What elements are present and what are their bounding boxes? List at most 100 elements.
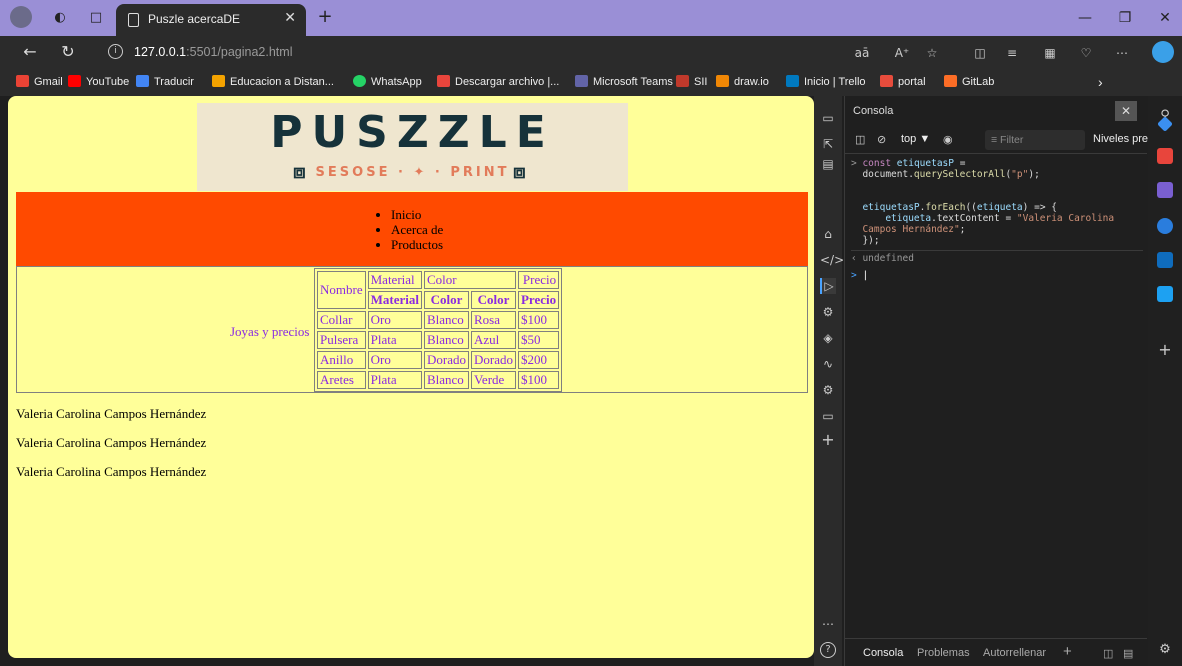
send-icon[interactable] bbox=[1157, 286, 1173, 302]
favorites-bar: Gmail YouTube Traducir Educacion a Dista… bbox=[0, 68, 1182, 96]
fav-traducir[interactable]: Traducir bbox=[136, 74, 194, 90]
dock-icon[interactable]: ◫ bbox=[1103, 647, 1113, 660]
tools-icon[interactable] bbox=[1157, 182, 1173, 198]
nav-item-inicio[interactable]: Inicio bbox=[391, 207, 443, 222]
jewelry-table: Nombre Material Color Precio Material Co… bbox=[314, 268, 563, 392]
add-tab-plus-icon[interactable]: + bbox=[1063, 643, 1072, 660]
fav-youtube[interactable]: YouTube bbox=[68, 74, 129, 90]
sources-icon[interactable]: ⚙ bbox=[820, 304, 836, 320]
fav-trello[interactable]: Inicio | Trello bbox=[786, 74, 866, 90]
fav-gitlab[interactable]: GitLab bbox=[944, 74, 994, 90]
subheader-material: Material bbox=[367, 291, 422, 309]
add-sidebar-app-icon[interactable]: + bbox=[1157, 342, 1173, 358]
paragraph: Valeria Carolina Campos Hernández bbox=[16, 435, 207, 450]
live-expression-icon[interactable]: ◉ bbox=[943, 133, 953, 146]
fav-teams[interactable]: Microsoft Teams bbox=[575, 74, 673, 90]
collapse-drawer-icon[interactable]: ▤ bbox=[1123, 647, 1133, 660]
site-info-icon[interactable]: i bbox=[108, 44, 123, 59]
table-row: Collar Oro Blanco Rosa $100 bbox=[317, 311, 560, 329]
sidebar-settings-gear-icon[interactable]: ⚙ bbox=[1157, 642, 1173, 658]
more-icon[interactable]: ⋯ bbox=[820, 616, 836, 632]
fav-drawio[interactable]: draw.io bbox=[716, 74, 769, 90]
back-button[interactable]: ← bbox=[20, 42, 40, 62]
refresh-button[interactable]: ↻ bbox=[58, 42, 78, 62]
gmail-icon bbox=[16, 75, 29, 87]
restore-button[interactable]: ❐ bbox=[1110, 8, 1140, 28]
filter-input[interactable]: ≡ Filter bbox=[985, 130, 1085, 150]
nav-menu: Inicio Acerca de Productos bbox=[16, 192, 808, 266]
table-cell: $200 bbox=[517, 351, 560, 369]
table-cell: Verde bbox=[470, 371, 516, 389]
table-cell: Dorado bbox=[470, 351, 516, 369]
nav-item-acerca[interactable]: Acerca de bbox=[391, 222, 443, 237]
close-tab-icon[interactable]: ✕ bbox=[284, 10, 296, 26]
shopping-bag-icon[interactable] bbox=[1157, 148, 1173, 164]
office-icon[interactable] bbox=[1157, 218, 1173, 234]
table-cell: Plata bbox=[367, 331, 422, 349]
close-devtools-button[interactable]: ✕ bbox=[1115, 101, 1137, 121]
fav-sii[interactable]: SII bbox=[676, 74, 707, 90]
tab-active[interactable]: Puszle acercaDE ✕ bbox=[116, 4, 306, 36]
minimize-button[interactable]: — bbox=[1070, 8, 1100, 28]
tab-autorrellenar[interactable]: Autorrellenar bbox=[983, 647, 1046, 659]
profile-avatar[interactable] bbox=[10, 6, 32, 28]
address-bar[interactable]: i 127.0.0.1:5501/pagina2.html bbox=[100, 40, 840, 64]
application-icon[interactable]: ▭ bbox=[820, 408, 836, 424]
nav-item-productos[interactable]: Productos bbox=[391, 237, 443, 252]
page-icon bbox=[128, 13, 139, 27]
settings-gear-icon[interactable]: ⚙ bbox=[820, 382, 836, 398]
table-cell: Blanco bbox=[423, 311, 469, 329]
workspaces-icon[interactable]: ◐ bbox=[52, 10, 68, 26]
table-cell: Oro bbox=[367, 351, 422, 369]
tab-actions-icon[interactable]: □ bbox=[88, 10, 104, 26]
favorites-overflow-icon[interactable]: › bbox=[1098, 74, 1103, 90]
more-menu-icon[interactable]: ⋯ bbox=[1112, 44, 1132, 62]
console-icon[interactable]: ▷ bbox=[820, 278, 836, 294]
close-window-button[interactable]: ✕ bbox=[1150, 8, 1180, 28]
table-row: Aretes Plata Blanco Verde $100 bbox=[317, 371, 560, 389]
device-emulation-icon[interactable]: ▭ bbox=[820, 110, 836, 126]
outlook-icon[interactable] bbox=[1157, 252, 1173, 268]
copilot-icon[interactable] bbox=[1152, 41, 1174, 63]
network-icon[interactable]: ◈ bbox=[820, 330, 836, 346]
table-cell: Oro bbox=[367, 311, 422, 329]
split-screen-icon[interactable]: ◫ bbox=[970, 44, 990, 62]
devtools-header: Consola ✕ bbox=[845, 96, 1147, 126]
welcome-icon[interactable]: ⌂ bbox=[820, 226, 836, 242]
tab-problemas[interactable]: Problemas bbox=[917, 647, 970, 659]
text-size-icon[interactable]: A⁺ bbox=[892, 44, 912, 62]
performance-icon[interactable]: ∿ bbox=[820, 356, 836, 372]
gitlab-icon bbox=[944, 75, 957, 87]
table-header-row: Nombre Material Color Precio bbox=[317, 271, 560, 309]
table-cell: Blanco bbox=[423, 371, 469, 389]
table-cell: $50 bbox=[517, 331, 560, 349]
url-host: 127.0.0.1 bbox=[134, 45, 187, 59]
console-output[interactable]: > const etiquetasP = document.querySelec… bbox=[851, 158, 1143, 281]
panel-icon[interactable]: ▤ bbox=[820, 156, 836, 172]
favorite-star-icon[interactable]: ☆ bbox=[922, 44, 942, 62]
paragraph: Valeria Carolina Campos Hernández bbox=[16, 464, 207, 479]
help-icon[interactable]: ? bbox=[820, 642, 836, 658]
context-select[interactable]: top ▼ bbox=[901, 133, 930, 145]
drawio-icon bbox=[716, 75, 729, 87]
new-tab-button[interactable]: + bbox=[313, 6, 337, 30]
favorites-icon[interactable]: ≡ bbox=[1002, 44, 1022, 62]
more-tools-plus-icon[interactable]: + bbox=[820, 432, 836, 448]
fav-gmail[interactable]: Gmail bbox=[16, 74, 63, 90]
fav-whatsapp[interactable]: WhatsApp bbox=[353, 74, 422, 90]
tab-consola[interactable]: Consola bbox=[863, 647, 903, 659]
inspect-icon[interactable]: ⇱ bbox=[820, 136, 836, 152]
sidebar-toggle-icon[interactable]: ◫ bbox=[855, 133, 865, 146]
subheader-color: Color bbox=[470, 291, 516, 309]
performance-icon[interactable]: ♡ bbox=[1076, 44, 1096, 62]
clear-console-icon[interactable]: ⊘ bbox=[877, 133, 886, 146]
fav-descargar[interactable]: Descargar archivo |... bbox=[437, 74, 559, 90]
fav-educacion[interactable]: Educacion a Distan... bbox=[212, 74, 334, 90]
fav-portal[interactable]: portal bbox=[880, 74, 926, 90]
elements-icon[interactable]: </> bbox=[820, 252, 844, 268]
header-nombre: Nombre bbox=[317, 271, 366, 309]
read-aloud-icon[interactable]: aā bbox=[852, 44, 872, 62]
collections-icon[interactable]: ▦ bbox=[1040, 44, 1060, 62]
levels-dropdown[interactable]: Niveles pre bbox=[1093, 133, 1148, 145]
table-cell: Aretes bbox=[317, 371, 366, 389]
